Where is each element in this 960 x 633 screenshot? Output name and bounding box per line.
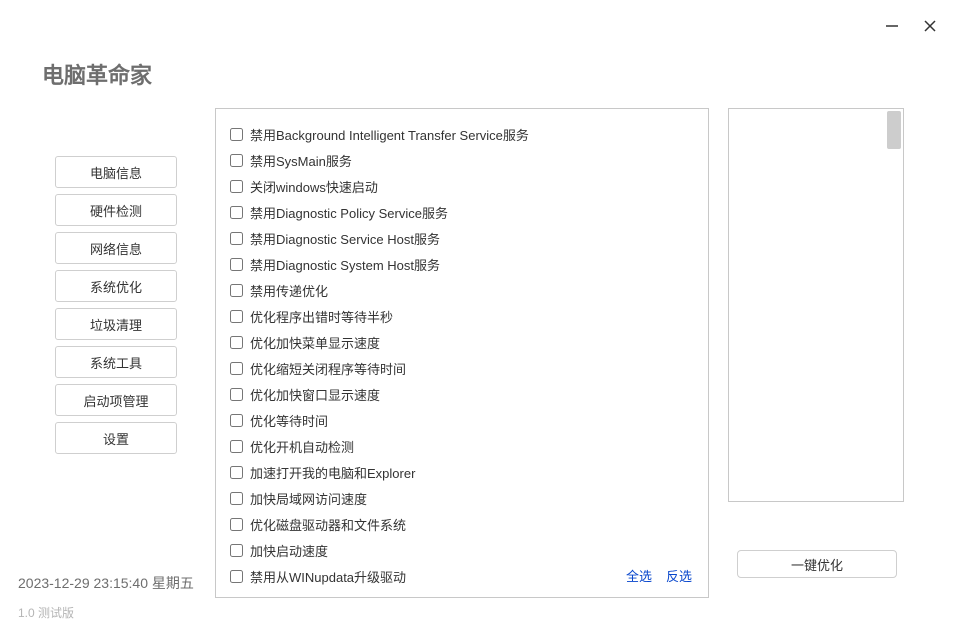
sidebar-item-label: 电脑信息 xyxy=(90,163,142,182)
optimize-label: 禁用SysMain服务 xyxy=(250,151,352,170)
sidebar-item-label: 硬件检测 xyxy=(90,201,142,220)
optimize-checkbox[interactable] xyxy=(230,440,243,453)
optimize-checkbox[interactable] xyxy=(230,544,243,557)
optimize-item: 禁用Background Intelligent Transfer Servic… xyxy=(230,121,694,147)
optimize-item: 优化缩短关闭程序等待时间 xyxy=(230,355,694,381)
select-links: 全选 反选 xyxy=(626,566,692,585)
sidebar-item-startup[interactable]: 启动项管理 xyxy=(55,384,177,416)
sidebar-item-cleanup[interactable]: 垃圾清理 xyxy=(55,308,177,340)
optimize-item: 加快启动速度 xyxy=(230,537,694,563)
sidebar-item-settings[interactable]: 设置 xyxy=(55,422,177,454)
optimize-label: 加快启动速度 xyxy=(250,541,328,560)
run-optimize-button[interactable]: 一键优化 xyxy=(737,550,897,578)
optimize-label: 加快局域网访问速度 xyxy=(250,489,367,508)
optimize-checkbox[interactable] xyxy=(230,154,243,167)
sidebar-item-label: 网络信息 xyxy=(90,239,142,258)
optimize-item: 加快局域网访问速度 xyxy=(230,485,694,511)
optimize-item: 禁用Diagnostic Policy Service服务 xyxy=(230,199,694,225)
optimize-item: 优化程序出错时等待半秒 xyxy=(230,303,694,329)
optimize-label: 禁用Background Intelligent Transfer Servic… xyxy=(250,125,529,144)
optimize-checkbox[interactable] xyxy=(230,336,243,349)
optimize-checkbox[interactable] xyxy=(230,492,243,505)
optimize-label: 优化缩短关闭程序等待时间 xyxy=(250,359,406,378)
sidebar-item-label: 垃圾清理 xyxy=(90,315,142,334)
log-panel xyxy=(728,108,904,502)
sidebar-item-label: 设置 xyxy=(103,429,129,448)
optimize-label: 禁用从WINupdata升级驱动 xyxy=(250,567,406,586)
optimize-label: 加速打开我的电脑和Explorer xyxy=(250,463,415,482)
optimize-checkbox[interactable] xyxy=(230,518,243,531)
version-label: 1.0 测试版 xyxy=(18,604,74,621)
optimize-label: 优化程序出错时等待半秒 xyxy=(250,307,393,326)
sidebar-item-pcinfo[interactable]: 电脑信息 xyxy=(55,156,177,188)
sidebar: 电脑信息 硬件检测 网络信息 系统优化 垃圾清理 系统工具 启动项管理 设置 xyxy=(55,156,177,454)
optimize-label: 优化等待时间 xyxy=(250,411,328,430)
optimize-checkbox[interactable] xyxy=(230,414,243,427)
optimize-item: 禁用从WINupdata升级驱动 xyxy=(230,563,694,589)
optimize-item: 优化加快菜单显示速度 xyxy=(230,329,694,355)
select-all-link[interactable]: 全选 xyxy=(626,566,652,585)
sidebar-item-hardware[interactable]: 硬件检测 xyxy=(55,194,177,226)
optimize-item: 优化开机自动检测 xyxy=(230,433,694,459)
optimize-checkbox[interactable] xyxy=(230,258,243,271)
optimize-item: 优化加快窗口显示速度 xyxy=(230,381,694,407)
optimize-checkbox[interactable] xyxy=(230,180,243,193)
sidebar-item-network[interactable]: 网络信息 xyxy=(55,232,177,264)
datetime-label: 2023-12-29 23:15:40 星期五 xyxy=(18,573,194,593)
optimize-label: 优化开机自动检测 xyxy=(250,437,354,456)
optimize-item: 优化等待时间 xyxy=(230,407,694,433)
run-optimize-label: 一键优化 xyxy=(791,555,843,574)
invert-select-link[interactable]: 反选 xyxy=(666,566,692,585)
optimize-checkbox[interactable] xyxy=(230,388,243,401)
optimize-checkbox[interactable] xyxy=(230,232,243,245)
optimize-checkbox[interactable] xyxy=(230,310,243,323)
optimize-item: 禁用SysMain服务 xyxy=(230,147,694,173)
close-button[interactable] xyxy=(920,16,940,36)
optimize-item: 禁用Diagnostic System Host服务 xyxy=(230,251,694,277)
optimize-checkbox[interactable] xyxy=(230,206,243,219)
optimize-item: 关闭windows快速启动 xyxy=(230,173,694,199)
optimize-checkbox[interactable] xyxy=(230,466,243,479)
optimize-item: 禁用传递优化 xyxy=(230,277,694,303)
sidebar-item-optimize[interactable]: 系统优化 xyxy=(55,270,177,302)
optimize-label: 优化磁盘驱动器和文件系统 xyxy=(250,515,406,534)
sidebar-item-label: 启动项管理 xyxy=(83,391,148,410)
optimize-checkbox[interactable] xyxy=(230,128,243,141)
optimize-checkbox[interactable] xyxy=(230,284,243,297)
optimize-checkbox[interactable] xyxy=(230,362,243,375)
optimize-label: 禁用传递优化 xyxy=(250,281,328,300)
optimize-item: 禁用Diagnostic Service Host服务 xyxy=(230,225,694,251)
optimize-label: 禁用Diagnostic System Host服务 xyxy=(250,255,440,274)
optimize-item: 加速打开我的电脑和Explorer xyxy=(230,459,694,485)
optimize-label: 禁用Diagnostic Service Host服务 xyxy=(250,229,440,248)
minimize-button[interactable] xyxy=(882,16,902,36)
sidebar-item-label: 系统优化 xyxy=(90,277,142,296)
optimize-label: 优化加快窗口显示速度 xyxy=(250,385,380,404)
scrollbar-thumb[interactable] xyxy=(887,111,901,149)
optimize-label: 禁用Diagnostic Policy Service服务 xyxy=(250,203,448,222)
sidebar-item-tools[interactable]: 系统工具 xyxy=(55,346,177,378)
window-controls xyxy=(882,16,940,36)
sidebar-item-label: 系统工具 xyxy=(90,353,142,372)
optimize-label: 优化加快菜单显示速度 xyxy=(250,333,380,352)
optimize-checkbox[interactable] xyxy=(230,570,243,583)
optimize-item: 优化磁盘驱动器和文件系统 xyxy=(230,511,694,537)
optimize-label: 关闭windows快速启动 xyxy=(250,177,378,196)
optimize-list-panel: 禁用Background Intelligent Transfer Servic… xyxy=(215,108,709,598)
app-title: 电脑革命家 xyxy=(42,58,152,90)
